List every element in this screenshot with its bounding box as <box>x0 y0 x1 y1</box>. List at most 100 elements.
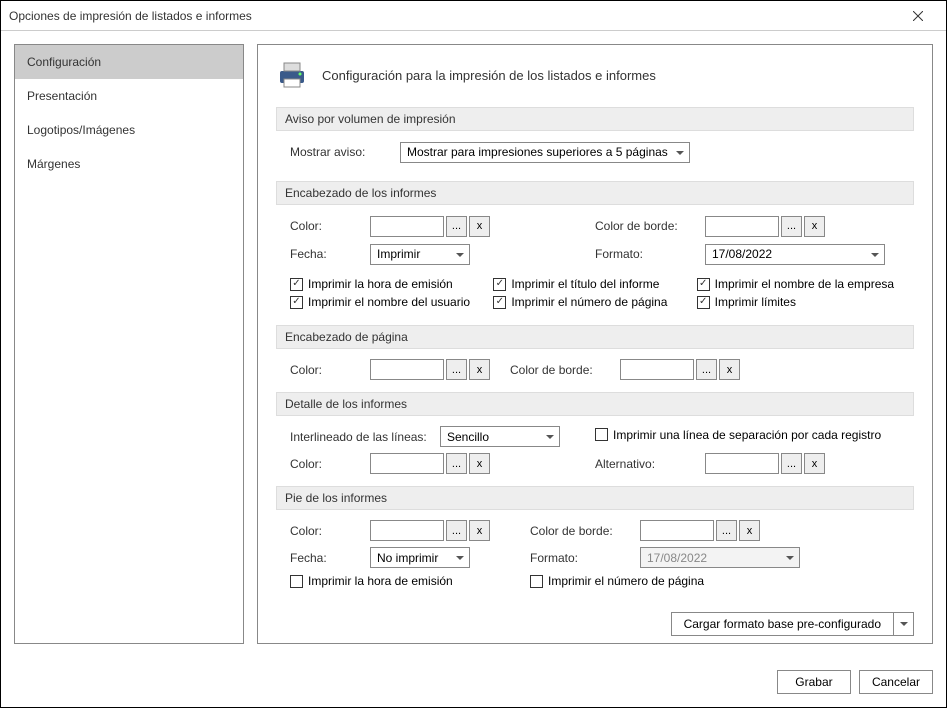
section-header-aviso: Aviso por volumen de impresión <box>276 107 914 131</box>
pie-borde-browse[interactable]: ... <box>716 520 737 541</box>
detalle-alternativo-label: Alternativo: <box>595 457 705 471</box>
load-preconfig-button[interactable]: Cargar formato base pre-configurado <box>671 612 894 636</box>
check-limites[interactable]: Imprimir límites <box>697 295 900 309</box>
enc-inf-borde-clear[interactable]: x <box>804 216 825 237</box>
sidebar: Configuración Presentación Logotipos/Imá… <box>14 44 244 644</box>
main-panel: Configuración para la impresión de los l… <box>257 44 933 644</box>
enc-pag-borde-input[interactable] <box>620 359 694 380</box>
checkbox-icon <box>697 296 710 309</box>
mostrar-aviso-combo[interactable]: Mostrar para impresiones superiores a 5 … <box>400 142 690 163</box>
checkbox-icon <box>595 428 608 441</box>
detalle-color-input[interactable] <box>370 453 444 474</box>
detalle-color-clear[interactable]: x <box>469 453 490 474</box>
checkbox-icon <box>530 575 543 588</box>
check-titulo-informe[interactable]: Imprimir el título del informe <box>493 277 696 291</box>
check-numero-pagina[interactable]: Imprimir el número de página <box>493 295 696 309</box>
pie-fecha-value: No imprimir <box>377 551 438 565</box>
pie-formato-combo: 17/08/2022 <box>640 547 800 568</box>
pie-color-browse[interactable]: ... <box>446 520 467 541</box>
detalle-separacion-label: Imprimir una línea de separación por cad… <box>613 428 881 442</box>
detalle-interlineado-value: Sencillo <box>447 430 489 444</box>
detalle-color-label: Color: <box>290 457 370 471</box>
check-hora-emision[interactable]: Imprimir la hora de emisión <box>290 277 493 291</box>
pie-fecha-combo[interactable]: No imprimir <box>370 547 470 568</box>
enc-inf-fecha-value: Imprimir <box>377 247 420 261</box>
enc-pag-borde-browse[interactable]: ... <box>696 359 717 380</box>
dialog-footer: Grabar Cancelar <box>1 657 946 707</box>
section-header-enc-pagina: Encabezado de página <box>276 325 914 349</box>
enc-pag-borde-clear[interactable]: x <box>719 359 740 380</box>
enc-inf-color-label: Color: <box>290 219 370 233</box>
close-button[interactable] <box>898 2 938 30</box>
page-header: Configuración para la impresión de los l… <box>276 59 914 91</box>
pie-color-label: Color: <box>290 524 370 538</box>
sidebar-item-configuracion[interactable]: Configuración <box>15 45 243 79</box>
section-header-enc-informes: Encabezado de los informes <box>276 181 914 205</box>
detalle-alternativo-clear[interactable]: x <box>804 453 825 474</box>
detalle-alternativo-browse[interactable]: ... <box>781 453 802 474</box>
window-title: Opciones de impresión de listados e info… <box>9 9 898 23</box>
grabar-button[interactable]: Grabar <box>777 670 851 694</box>
enc-inf-formato-combo[interactable]: 17/08/2022 <box>705 244 885 265</box>
checkbox-icon <box>493 278 506 291</box>
check-nombre-usuario[interactable]: Imprimir el nombre del usuario <box>290 295 493 309</box>
enc-inf-fecha-combo[interactable]: Imprimir <box>370 244 470 265</box>
enc-inf-borde-label: Color de borde: <box>595 219 705 233</box>
detalle-interlineado-combo[interactable]: Sencillo <box>440 426 560 447</box>
check-titulo-label: Imprimir el título del informe <box>511 277 659 291</box>
pie-fecha-label: Fecha: <box>290 551 370 565</box>
enc-inf-fecha-label: Fecha: <box>290 247 370 261</box>
enc-inf-borde-browse[interactable]: ... <box>781 216 802 237</box>
enc-pag-color-label: Color: <box>290 363 370 377</box>
titlebar: Opciones de impresión de listados e info… <box>1 1 946 31</box>
sidebar-item-presentacion[interactable]: Presentación <box>15 79 243 113</box>
enc-inf-borde-input[interactable] <box>705 216 779 237</box>
load-preconfig-dropdown[interactable] <box>894 612 914 636</box>
pie-color-input[interactable] <box>370 520 444 541</box>
check-empresa-label: Imprimir el nombre de la empresa <box>715 277 894 291</box>
check-pie-hora[interactable]: Imprimir la hora de emisión <box>290 574 453 588</box>
detalle-color-browse[interactable]: ... <box>446 453 467 474</box>
printer-icon <box>276 59 308 91</box>
checkbox-icon <box>697 278 710 291</box>
enc-inf-color-browse[interactable]: ... <box>446 216 467 237</box>
enc-inf-color-clear[interactable]: x <box>469 216 490 237</box>
pie-borde-clear[interactable]: x <box>739 520 760 541</box>
page-title: Configuración para la impresión de los l… <box>322 68 656 83</box>
detalle-interlineado-label: Interlineado de las líneas: <box>290 430 440 444</box>
cancelar-button[interactable]: Cancelar <box>859 670 933 694</box>
enc-inf-color-input[interactable] <box>370 216 444 237</box>
check-separacion-registro[interactable]: Imprimir una línea de separación por cad… <box>595 428 881 442</box>
pie-formato-label: Formato: <box>530 551 640 565</box>
check-hora-label: Imprimir la hora de emisión <box>308 277 453 291</box>
mostrar-aviso-label: Mostrar aviso: <box>290 145 400 159</box>
pie-numero-label: Imprimir el número de página <box>548 574 704 588</box>
pie-borde-label: Color de borde: <box>530 524 640 538</box>
enc-inf-formato-label: Formato: <box>595 247 705 261</box>
pie-borde-input[interactable] <box>640 520 714 541</box>
enc-inf-formato-value: 17/08/2022 <box>712 247 772 261</box>
section-header-detalle: Detalle de los informes <box>276 392 914 416</box>
checkbox-icon <box>290 278 303 291</box>
checkbox-icon <box>493 296 506 309</box>
check-nombre-empresa[interactable]: Imprimir el nombre de la empresa <box>697 277 900 291</box>
enc-pag-color-input[interactable] <box>370 359 444 380</box>
checkbox-icon <box>290 296 303 309</box>
section-header-pie: Pie de los informes <box>276 486 914 510</box>
close-icon <box>913 11 923 21</box>
sidebar-item-logotipos[interactable]: Logotipos/Imágenes <box>15 113 243 147</box>
pie-color-clear[interactable]: x <box>469 520 490 541</box>
enc-pag-borde-label: Color de borde: <box>510 363 620 377</box>
check-limites-label: Imprimir límites <box>715 295 796 309</box>
sidebar-item-margenes[interactable]: Márgenes <box>15 147 243 181</box>
checkbox-icon <box>290 575 303 588</box>
enc-pag-color-browse[interactable]: ... <box>446 359 467 380</box>
detalle-alternativo-input[interactable] <box>705 453 779 474</box>
check-usuario-label: Imprimir el nombre del usuario <box>308 295 470 309</box>
pie-hora-label: Imprimir la hora de emisión <box>308 574 453 588</box>
pie-formato-value: 17/08/2022 <box>647 551 707 565</box>
check-pie-numero[interactable]: Imprimir el número de página <box>530 574 704 588</box>
enc-pag-color-clear[interactable]: x <box>469 359 490 380</box>
load-preconfig-split-button: Cargar formato base pre-configurado <box>671 612 914 636</box>
mostrar-aviso-value: Mostrar para impresiones superiores a 5 … <box>407 145 668 159</box>
